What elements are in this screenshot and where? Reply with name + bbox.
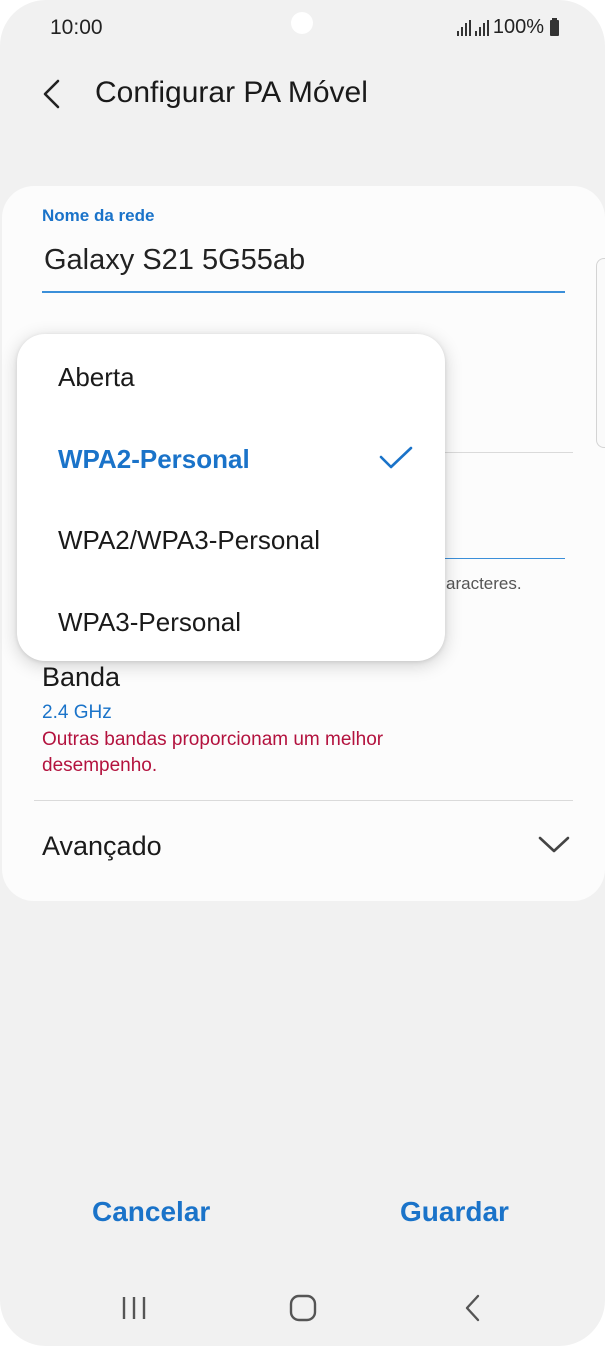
save-button[interactable]: Guardar xyxy=(400,1196,509,1228)
advanced-label: Avançado xyxy=(42,831,162,861)
menu-item-label: Aberta xyxy=(58,362,135,392)
menu-item-wpa2-personal[interactable]: WPA2-Personal xyxy=(17,418,445,500)
chevron-down-icon xyxy=(538,836,570,853)
menu-item-label: WPA2/WPA3-Personal xyxy=(58,525,321,555)
band-title[interactable]: Banda xyxy=(42,662,120,693)
password-hint: aracteres. xyxy=(446,574,522,593)
page-title: Configurar PA Móvel xyxy=(95,76,368,109)
nav-back-button[interactable] xyxy=(453,1290,493,1326)
advanced-row[interactable]: Avançado xyxy=(2,802,605,888)
password-field-underline xyxy=(442,558,565,559)
network-name-underline xyxy=(42,291,565,293)
advanced-divider xyxy=(34,800,573,801)
phone-screen: 10:00 100% Configurar PA Móvel Nome da r… xyxy=(0,0,605,1346)
band-warning: Outras bandas proporcionam um melhor des… xyxy=(42,729,384,776)
network-name-label: Nome da rede xyxy=(42,206,155,225)
status-time: 10:00 xyxy=(50,16,103,39)
network-name-input[interactable]: Galaxy S21 5G55ab xyxy=(44,244,305,277)
signal-icon-2 xyxy=(474,19,489,36)
menu-item-wpa3-personal[interactable]: WPA3-Personal xyxy=(17,581,445,663)
app-header: Configurar PA Móvel xyxy=(0,64,605,124)
status-bar: 10:00 100% xyxy=(0,0,605,56)
scroll-indicator xyxy=(596,258,605,448)
battery-icon xyxy=(550,17,559,36)
security-dropdown-menu: Aberta WPA2-Personal WPA2/WPA3-Personal … xyxy=(17,334,445,661)
checkmark-icon xyxy=(379,446,413,469)
home-button[interactable] xyxy=(283,1290,323,1326)
back-arrow-icon xyxy=(43,79,60,109)
battery-percentage: 100% xyxy=(492,16,544,38)
menu-item-label: WPA3-Personal xyxy=(58,607,242,637)
recent-apps-button[interactable] xyxy=(114,1290,154,1326)
front-camera xyxy=(291,12,313,34)
home-icon xyxy=(289,1294,317,1322)
menu-item-wpa2-wpa3-personal[interactable]: WPA2/WPA3-Personal xyxy=(17,499,445,581)
band-value: 2.4 GHz xyxy=(42,702,112,723)
signal-icon xyxy=(456,19,471,36)
menu-item-label: WPA2-Personal xyxy=(58,444,250,474)
nav-back-icon xyxy=(465,1294,480,1322)
status-icons: 100% xyxy=(456,16,559,39)
security-divider xyxy=(442,452,573,453)
cancel-button[interactable]: Cancelar xyxy=(92,1196,210,1228)
menu-item-aberta[interactable]: Aberta xyxy=(17,336,445,418)
back-button[interactable] xyxy=(34,72,74,116)
recent-apps-icon xyxy=(122,1297,146,1319)
navigation-bar xyxy=(0,1276,605,1340)
